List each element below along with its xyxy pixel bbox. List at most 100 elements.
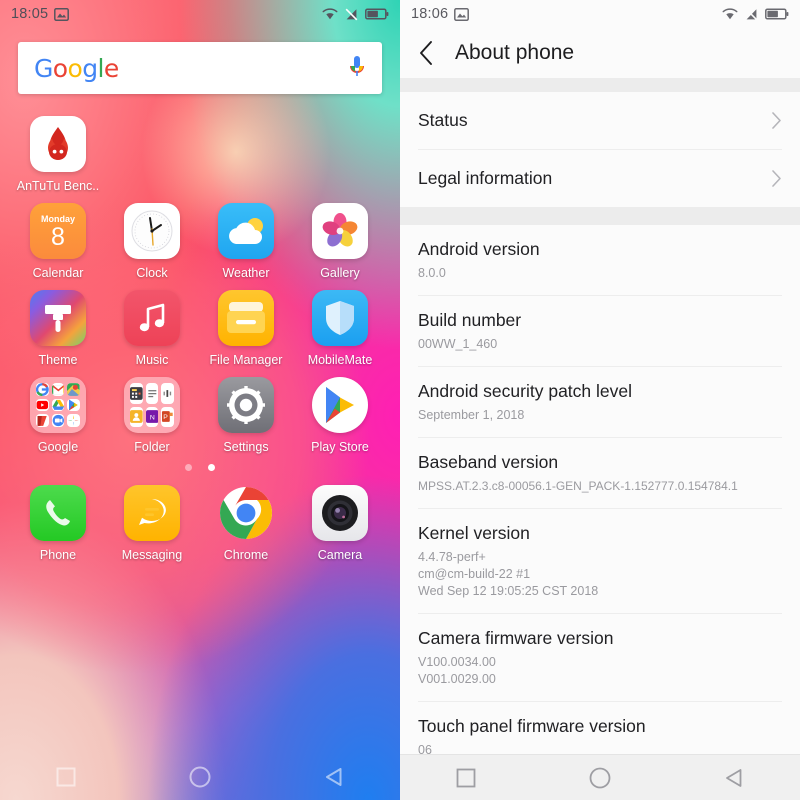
app-theme[interactable]: Theme (11, 290, 105, 367)
mini-photos-icon (67, 414, 80, 427)
app-weather[interactable]: Weather (199, 203, 293, 280)
header-spacer (400, 78, 800, 92)
recents-square-icon[interactable] (456, 768, 476, 788)
about-item-legal-information[interactable]: Legal information (400, 150, 800, 207)
app-label: Weather (222, 266, 270, 280)
page-indicator[interactable] (0, 464, 400, 471)
chrome-icon[interactable] (218, 485, 274, 541)
about-item-camera-firmware-version[interactable]: Camera firmware version V100.0034.00 V00… (400, 614, 800, 701)
settings-icon[interactable] (218, 377, 274, 433)
mini-recorder-icon (161, 383, 174, 404)
app-mobilemate[interactable]: MobileMate (293, 290, 387, 367)
dual-screenshot: 18:05 Google AnTuTu Benc.. Monday 8 Cale… (0, 0, 800, 800)
dock-app-messaging[interactable]: Messaging (105, 485, 199, 562)
mini-play-movies-icon (36, 414, 49, 427)
svg-text:N: N (150, 415, 155, 422)
chevron-right-icon (772, 170, 781, 187)
wifi-icon (322, 8, 338, 20)
mobilemate-icon[interactable] (312, 290, 368, 346)
microphone-icon[interactable] (348, 55, 366, 81)
app-antutu-benchmark[interactable]: AnTuTu Benc.. (11, 116, 105, 193)
app-label: Chrome (223, 548, 269, 562)
mini-gmail-icon (51, 383, 65, 396)
app-file-manager[interactable]: File Manager (199, 290, 293, 367)
messaging-icon[interactable] (124, 485, 180, 541)
app-play-store[interactable]: Play Store (293, 377, 387, 454)
antutu-icon[interactable] (30, 116, 86, 172)
item-value: V100.0034.00 V001.0029.00 (418, 655, 496, 686)
mini-google-icon (36, 383, 49, 396)
google-logo-letter: o (52, 53, 68, 83)
mini-powerpoint-icon: P (161, 406, 174, 427)
google-logo-letter: o (67, 53, 83, 83)
home-circle-icon[interactable] (189, 766, 211, 788)
gallery-icon[interactable] (312, 203, 368, 259)
google-search-bar[interactable]: Google (18, 42, 382, 94)
page-dot-2-active[interactable] (208, 464, 215, 471)
app-settings[interactable]: Settings (199, 377, 293, 454)
about-item-kernel-version[interactable]: Kernel version 4.4.78-perf+ cm@cm-build-… (400, 509, 800, 613)
app-label: AnTuTu Benc.. (16, 179, 100, 193)
app-google-folder[interactable]: Google (11, 377, 105, 454)
mini-maps-icon (67, 383, 80, 396)
file-manager-icon[interactable] (218, 290, 274, 346)
app-folder[interactable]: N P Folder (105, 377, 199, 454)
item-value: 8.0.0 (418, 266, 446, 280)
back-triangle-icon[interactable] (724, 768, 744, 788)
folder-icon[interactable]: N P (124, 377, 180, 433)
dock-app-chrome[interactable]: Chrome (199, 485, 293, 562)
mini-onenote-icon: N (145, 406, 159, 427)
app-row: Theme Music File Manager MobileMate (0, 290, 400, 367)
music-icon[interactable] (124, 290, 180, 346)
calendar-icon[interactable]: Monday 8 (30, 203, 86, 259)
google-folder-icon[interactable] (30, 377, 86, 433)
about-item-android-version[interactable]: Android version 8.0.0 (400, 225, 800, 295)
home-status-bar: 18:05 (0, 0, 400, 28)
dock-app-phone[interactable]: Phone (11, 485, 105, 562)
recents-square-icon[interactable] (56, 767, 76, 787)
app-calendar[interactable]: Monday 8 Calendar (11, 203, 105, 280)
app-music[interactable]: Music (105, 290, 199, 367)
app-label: Phone (39, 548, 77, 562)
item-label: Kernel version (418, 523, 530, 543)
back-triangle-icon[interactable] (324, 767, 344, 787)
theme-icon[interactable] (30, 290, 86, 346)
phone-icon[interactable] (30, 485, 86, 541)
battery-icon (365, 8, 389, 20)
app-label: MobileMate (307, 353, 373, 367)
mini-calculator-icon (130, 383, 143, 404)
app-label: Settings (223, 440, 269, 454)
screenshot-icon (54, 7, 70, 21)
app-label: Google (37, 440, 79, 454)
about-item-baseband-version[interactable]: Baseband version MPSS.AT.2.3.c8-00056.1-… (400, 438, 800, 508)
clock-icon[interactable] (124, 203, 180, 259)
app-label: Theme (38, 353, 78, 367)
weather-icon[interactable] (218, 203, 274, 259)
mini-notes-icon (145, 383, 159, 404)
section-separator-band (400, 207, 800, 225)
dock-app-camera[interactable]: Camera (293, 485, 387, 562)
google-logo-letter: g (82, 53, 98, 83)
item-label: Build number (418, 310, 522, 330)
app-gallery[interactable]: Gallery (293, 203, 387, 280)
play-store-icon[interactable] (312, 377, 368, 433)
app-label: Calendar (32, 266, 84, 280)
no-signal-icon (345, 8, 358, 20)
about-item-security-patch-level[interactable]: Android security patch level September 1… (400, 367, 800, 437)
item-value: 4.4.78-perf+ cm@cm-build-22 #1 Wed Sep 1… (418, 550, 599, 598)
home-navigation-bar (0, 754, 400, 800)
app-clock[interactable]: Clock (105, 203, 199, 280)
item-value: 00WW_1_460 (418, 337, 498, 351)
back-chevron-icon[interactable] (418, 39, 435, 67)
item-value: September 1, 2018 (418, 408, 525, 422)
about-phone-panel: 18:06 About phone Status Legal informati… (400, 0, 800, 800)
app-label: Music (135, 353, 169, 367)
home-circle-icon[interactable] (589, 767, 611, 789)
about-item-status[interactable]: Status (400, 92, 800, 149)
page-dot-1[interactable] (185, 464, 192, 471)
search-widget[interactable]: Google (18, 42, 382, 94)
app-grid: AnTuTu Benc.. Monday 8 Calendar Clock We… (0, 116, 400, 454)
about-item-build-number[interactable]: Build number 00WW_1_460 (400, 296, 800, 366)
app-label: Gallery (320, 266, 360, 280)
camera-icon[interactable] (312, 485, 368, 541)
